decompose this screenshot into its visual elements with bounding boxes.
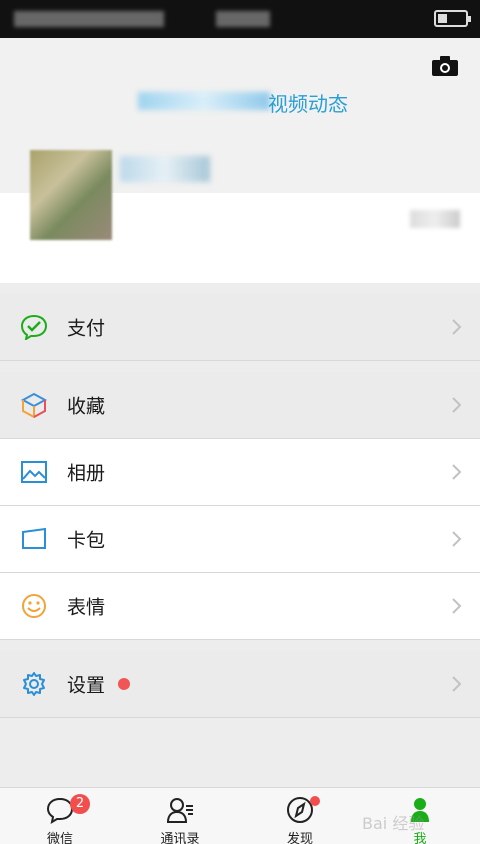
settings-notification-dot bbox=[118, 678, 130, 690]
chevron-right-icon bbox=[452, 676, 462, 692]
tab-chats[interactable]: 2 微信 bbox=[0, 788, 120, 844]
watermark: Bai 经验 bbox=[362, 814, 425, 833]
chevron-right-icon bbox=[452, 598, 462, 614]
menu-label-stickers: 表情 bbox=[67, 596, 106, 619]
bottom-tab-bar: 2 微信 通讯录 发现 我 Bai 经验 bbox=[0, 787, 480, 844]
menu-label-pay: 支付 bbox=[67, 317, 106, 340]
tab-label-chats: 微信 bbox=[46, 832, 73, 844]
status-info-blur bbox=[14, 11, 164, 27]
menu-row-favorites[interactable]: 收藏 bbox=[0, 372, 480, 439]
tab-label-discover: 发现 bbox=[286, 832, 313, 844]
qr-code-blur[interactable] bbox=[410, 210, 460, 228]
profile-header: 视频动态 bbox=[0, 38, 480, 283]
smiley-face-icon bbox=[22, 594, 46, 618]
pay-icon bbox=[20, 314, 48, 340]
gear-icon bbox=[23, 672, 45, 696]
feed-blur bbox=[138, 92, 270, 110]
chevron-right-icon bbox=[452, 464, 462, 480]
nickname-blur bbox=[120, 156, 210, 182]
album-picture-icon bbox=[21, 461, 47, 483]
menu-label-settings: 设置 bbox=[67, 674, 106, 697]
chevron-right-icon bbox=[452, 397, 462, 413]
menu-label-cards: 卡包 bbox=[67, 529, 106, 552]
menu-label-album: 相册 bbox=[67, 462, 106, 485]
avatar[interactable] bbox=[30, 150, 112, 240]
card-wallet-icon bbox=[22, 527, 46, 549]
feed-label[interactable]: 视频动态 bbox=[268, 88, 348, 117]
tab-discover[interactable]: 发现 bbox=[240, 788, 360, 844]
menu-row-pay[interactable]: 支付 bbox=[0, 294, 480, 361]
battery-icon bbox=[434, 10, 471, 27]
menu-row-stickers[interactable]: 表情 bbox=[0, 573, 480, 640]
discover-notification-dot bbox=[310, 796, 320, 806]
menu-row-cards[interactable]: 卡包 bbox=[0, 506, 480, 573]
status-time-blur bbox=[216, 11, 270, 27]
status-bar bbox=[0, 0, 480, 38]
menu-row-settings[interactable]: 设置 bbox=[0, 651, 480, 718]
contacts-person-icon bbox=[166, 798, 193, 823]
tab-contacts[interactable]: 通讯录 bbox=[120, 788, 240, 844]
chevron-right-icon bbox=[452, 319, 462, 335]
camera-icon[interactable] bbox=[432, 56, 458, 76]
chevron-right-icon bbox=[452, 531, 462, 547]
chats-unread-badge: 2 bbox=[70, 794, 90, 814]
menu-row-album[interactable]: 相册 bbox=[0, 439, 480, 506]
menu-label-favorites: 收藏 bbox=[67, 395, 106, 418]
favorites-cube-icon bbox=[20, 392, 48, 418]
tab-label-contacts: 通讯录 bbox=[160, 832, 200, 844]
